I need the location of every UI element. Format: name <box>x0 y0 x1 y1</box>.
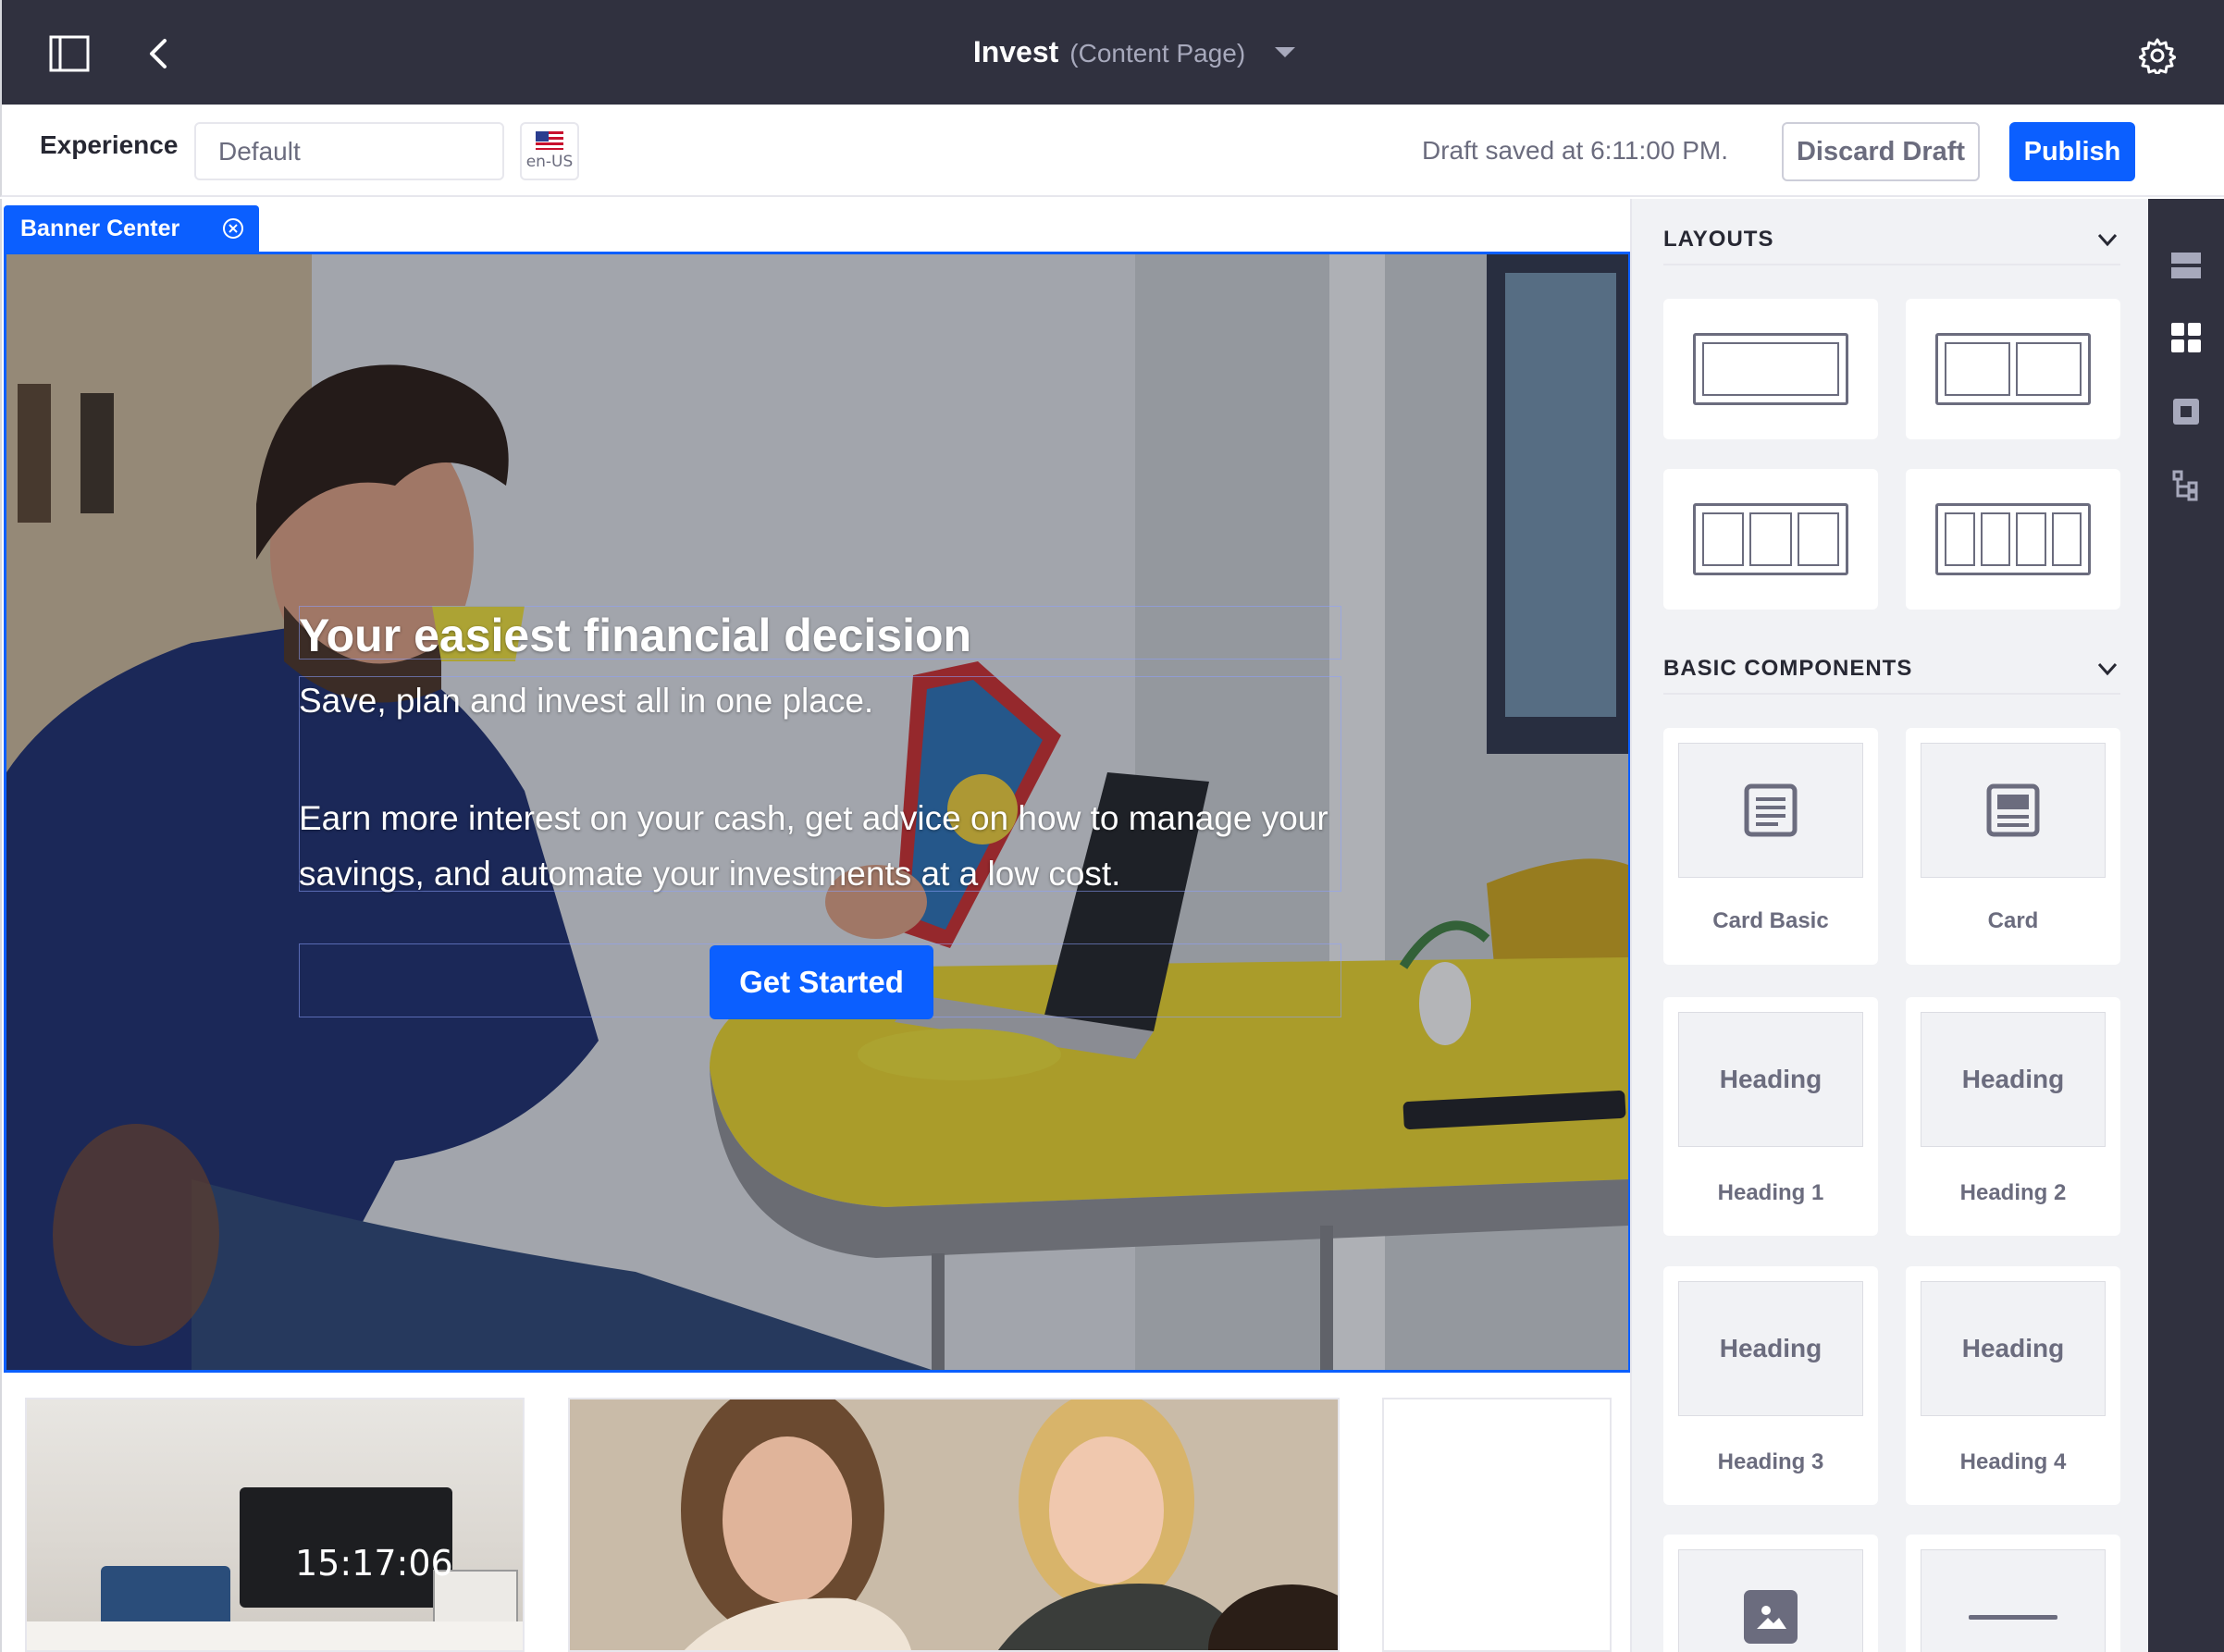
layouts-title: LAYOUTS <box>1663 227 1774 252</box>
layout-4-columns[interactable] <box>1906 469 2120 610</box>
one-column-icon <box>1693 333 1848 405</box>
image-preview <box>1678 1549 1863 1652</box>
widgets-icon[interactable] <box>2168 393 2205 430</box>
back-arrow-icon[interactable] <box>141 35 178 72</box>
experience-label: Experience <box>40 130 179 159</box>
card-image-clock[interactable]: 15:17:06 <box>25 1398 525 1652</box>
clock-display: 15:17:06 <box>295 1543 453 1584</box>
four-columns-icon <box>1935 503 2091 575</box>
heading-preview-text: Heading <box>1719 1334 1822 1362</box>
gear-icon[interactable] <box>2137 35 2178 76</box>
page-structure-icon[interactable] <box>2168 247 2205 284</box>
page-title: Invest <box>972 35 1059 68</box>
caret-down-icon[interactable] <box>1275 47 1296 57</box>
fragments-grid-icon[interactable] <box>2168 319 2205 356</box>
editor-toolbar: Experience Default en-US Draft saved at … <box>0 105 2224 197</box>
get-started-button[interactable]: Get Started <box>710 945 933 1019</box>
card-image-people[interactable] <box>568 1398 1340 1652</box>
page-title-selector[interactable]: Invest (Content Page) <box>933 35 1296 69</box>
experience-value: Default <box>218 136 301 166</box>
publish-button[interactable]: Publish <box>2009 122 2135 181</box>
heading-preview: Heading <box>1678 1281 1863 1416</box>
component-label: Card Basic <box>1712 908 1829 933</box>
layouts-section-header[interactable]: LAYOUTS <box>1663 216 2120 265</box>
us-flag-icon <box>536 131 563 150</box>
component-card[interactable]: Card <box>1906 728 2120 965</box>
basic-components-section-header[interactable]: BASIC COMPONENTS <box>1663 645 2120 695</box>
people-photo <box>570 1399 1338 1650</box>
card-preview <box>1921 743 2106 878</box>
three-columns-icon <box>1693 503 1848 575</box>
chevron-down-icon[interactable] <box>2094 227 2120 253</box>
component-heading-1[interactable]: Heading Heading 1 <box>1663 997 1878 1236</box>
locale-selector[interactable]: en-US <box>520 122 579 180</box>
hero-heading[interactable]: Your easiest financial decision <box>299 609 971 662</box>
page-canvas: Banner Center Your easiest financial dec… <box>0 199 1630 1652</box>
heading-preview: Heading <box>1921 1012 2106 1147</box>
card-basic-preview <box>1678 743 1863 878</box>
draft-status: Draft saved at 6:11:00 PM. <box>1422 136 1728 165</box>
card-icon <box>1986 783 2040 837</box>
component-label: Card <box>1987 908 2039 933</box>
card-basic-icon <box>1744 783 1798 837</box>
component-heading-3[interactable]: Heading Heading 3 <box>1663 1266 1878 1505</box>
component-label: Heading 4 <box>1959 1449 2067 1474</box>
basic-components-title: BASIC COMPONENTS <box>1663 656 1913 681</box>
component-label: Heading 1 <box>1717 1180 1824 1205</box>
chevron-down-icon[interactable] <box>2094 656 2120 682</box>
hero-subheading[interactable]: Save, plan and invest all in one place. <box>299 682 873 721</box>
component-separator[interactable] <box>1906 1535 2120 1652</box>
page-type: (Content Page) <box>1069 39 1246 68</box>
component-image[interactable] <box>1663 1535 1878 1652</box>
desk-photo <box>27 1487 523 1650</box>
hero-body[interactable]: Earn more interest on your cash, get adv… <box>299 791 1353 902</box>
heading-preview-text: Heading <box>1719 1065 1822 1093</box>
heading-preview-text: Heading <box>1961 1065 2065 1093</box>
layout-1-column[interactable] <box>1663 299 1878 439</box>
close-icon[interactable] <box>222 217 244 240</box>
banner-fragment[interactable]: Your easiest financial decision Save, pl… <box>4 252 1630 1373</box>
heading-preview: Heading <box>1921 1281 2106 1416</box>
component-heading-2[interactable]: Heading Heading 2 <box>1906 997 2120 1236</box>
fragment-name: Banner Center <box>20 215 180 241</box>
experience-select[interactable]: Default <box>194 122 504 180</box>
right-rail <box>2148 199 2224 1652</box>
two-columns-icon <box>1935 333 2091 405</box>
sidebar-toggle-icon[interactable] <box>49 35 90 72</box>
locale-code: en-US <box>525 153 574 171</box>
separator-icon <box>1969 1615 2057 1620</box>
layout-2-columns[interactable] <box>1906 299 2120 439</box>
tree-icon[interactable] <box>2168 467 2205 504</box>
heading-preview-text: Heading <box>1961 1334 2065 1362</box>
heading-preview: Heading <box>1678 1012 1863 1147</box>
card-placeholder[interactable] <box>1382 1398 1612 1652</box>
fragment-tag[interactable]: Banner Center <box>4 205 259 252</box>
component-label: Heading 3 <box>1717 1449 1824 1474</box>
top-bar: Invest (Content Page) <box>0 0 2224 105</box>
discard-draft-button[interactable]: Discard Draft <box>1782 122 1980 181</box>
fragments-panel: LAYOUTS BASIC COMPONENTS Card Basic Card… <box>1630 199 2148 1652</box>
component-card-basic[interactable]: Card Basic <box>1663 728 1878 965</box>
layout-3-columns[interactable] <box>1663 469 1878 610</box>
image-icon <box>1744 1590 1798 1644</box>
separator-preview <box>1921 1549 2106 1652</box>
component-heading-4[interactable]: Heading Heading 4 <box>1906 1266 2120 1505</box>
component-label: Heading 2 <box>1959 1180 2067 1205</box>
